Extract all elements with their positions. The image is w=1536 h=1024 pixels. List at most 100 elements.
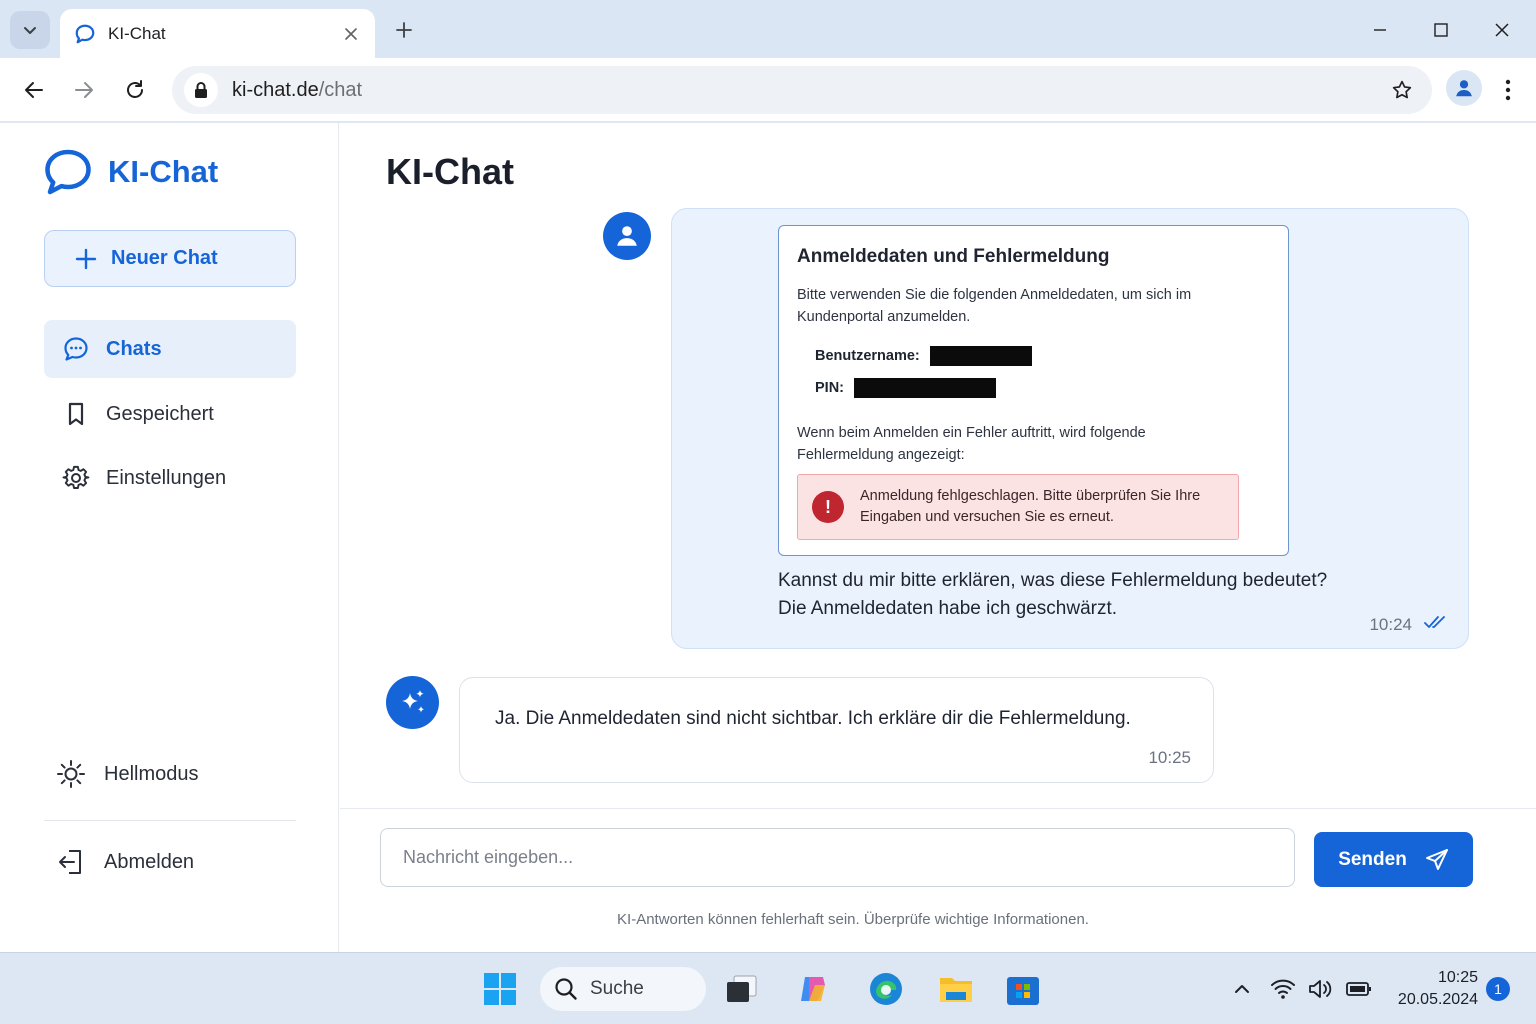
app-window: KI-Chat Neuer Chat Chats Gespeichert Ein… <box>0 123 1536 952</box>
sidebar-item-label: Einstellungen <box>106 466 227 489</box>
bookmark-icon <box>68 402 84 426</box>
folder-icon <box>940 978 972 1002</box>
taskbar-clock[interactable]: 10:25 20.05.2024 <box>1378 967 1478 1011</box>
reload-button[interactable] <box>117 72 153 108</box>
new-chat-button[interactable]: Neuer Chat <box>44 230 296 287</box>
person-icon <box>1456 80 1472 97</box>
username-row: Benutzername: <box>815 346 1270 366</box>
minimize-icon <box>1374 29 1386 31</box>
gear-icon <box>62 465 90 489</box>
speaker-icon <box>1309 980 1332 998</box>
back-button[interactable] <box>16 72 52 108</box>
new-chat-label: Neuer Chat <box>111 247 218 269</box>
tab-title: KI-Chat <box>108 24 166 43</box>
ai-disclaimer: KI-Antworten können fehlerhaft sein. Übe… <box>617 911 1089 928</box>
logout-label: Abmelden <box>104 850 195 873</box>
sidebar-item-settings[interactable]: Einstellungen <box>44 449 296 507</box>
copilot-icon <box>801 977 825 1001</box>
lock-icon <box>195 82 207 98</box>
arrow-right-icon <box>75 82 93 98</box>
attached-screenshot[interactable]: Anmeldedaten und Fehlermeldung Bitte ver… <box>778 225 1289 556</box>
sidebar-item-chats[interactable]: Chats <box>44 320 296 378</box>
plus-icon <box>75 248 97 269</box>
file-explorer-button[interactable] <box>937 970 975 1008</box>
tab-search-button[interactable] <box>10 11 50 49</box>
task-view-icon <box>727 975 757 1002</box>
ai-message-text: Ja. Die Anmeldedaten sind nicht sichtbar… <box>495 708 1131 729</box>
battery-icon <box>1346 982 1371 996</box>
brand-logo[interactable]: KI-Chat <box>44 149 218 195</box>
notification-badge[interactable]: 1 <box>1486 977 1510 1001</box>
chat-main: KI-Chat Anmeldedaten und Fehlermeldung B… <box>340 123 1536 952</box>
store-button[interactable] <box>1004 970 1042 1008</box>
chat-bubble-icon <box>64 337 88 361</box>
new-tab-button[interactable] <box>388 14 420 46</box>
start-button[interactable] <box>481 970 519 1008</box>
url-path: /chat <box>318 78 363 101</box>
wifi-status[interactable] <box>1270 977 1296 1001</box>
send-label: Senden <box>1338 848 1407 870</box>
battery-status[interactable] <box>1346 977 1372 1001</box>
user-message-line: Kannst du mir bitte erklären, was diese … <box>778 570 1328 591</box>
store-icon <box>1007 977 1039 1005</box>
minimize-button[interactable] <box>1360 10 1400 50</box>
edge-browser-button[interactable] <box>867 970 905 1008</box>
chevron-down-icon <box>24 27 36 34</box>
copilot-button[interactable] <box>794 970 832 1008</box>
user-message-line: Die Anmeldedaten habe ich geschwärzt. <box>778 598 1118 619</box>
maximize-icon <box>1434 23 1448 37</box>
chevron-up-icon <box>1235 985 1249 993</box>
browser-menu-button[interactable] <box>1494 72 1522 108</box>
user-avatar <box>603 212 651 260</box>
pin-row: PIN: <box>815 378 1270 398</box>
error-icon: ! <box>812 491 844 523</box>
sidebar-item-saved[interactable]: Gespeichert <box>44 385 296 443</box>
attachment-title: Anmeldedaten und Fehlermeldung <box>797 246 1110 267</box>
arrow-left-icon <box>25 82 43 98</box>
address-bar[interactable]: ki-chat.de/chat <box>172 66 1432 114</box>
double-check-icon <box>1424 616 1445 628</box>
sparkles-icon <box>401 689 424 713</box>
chat-bubble-favicon-icon <box>75 24 95 44</box>
tray-overflow-button[interactable] <box>1232 977 1252 1001</box>
clock-date: 20.05.2024 <box>1397 991 1478 1008</box>
clock-time: 10:25 <box>1437 969 1478 986</box>
plus-icon <box>396 22 412 38</box>
sun-icon <box>57 760 85 788</box>
sidebar: KI-Chat Neuer Chat Chats Gespeichert Ein… <box>0 123 339 952</box>
paper-plane-icon <box>1425 848 1448 870</box>
attachment-note: Wenn beim Anmelden ein Fehler auftritt, … <box>797 425 1146 463</box>
sidebar-item-label: Chats <box>106 337 162 360</box>
theme-toggle-button[interactable]: Hellmodus <box>56 759 198 789</box>
tab-close-icon[interactable] <box>341 24 361 44</box>
username-label: Benutzername: <box>815 348 920 364</box>
browser-tab-active[interactable]: KI-Chat <box>60 9 375 59</box>
logout-icon <box>59 850 81 874</box>
windows-logo-icon <box>484 973 516 1005</box>
page-title: KI-Chat <box>386 151 514 192</box>
sidebar-divider <box>44 820 296 821</box>
message-timestamp: 10:24 <box>1369 615 1412 634</box>
close-window-button[interactable] <box>1482 10 1522 50</box>
close-icon <box>1495 23 1509 37</box>
taskbar-search-label: Suche <box>590 978 644 999</box>
send-button[interactable]: Senden <box>1314 832 1473 887</box>
person-icon <box>617 226 637 246</box>
browser-tab-strip: KI-Chat <box>0 0 1536 59</box>
volume-status[interactable] <box>1307 977 1335 1001</box>
bookmark-star-button[interactable] <box>1386 74 1418 106</box>
taskbar-search[interactable]: Suche <box>540 967 706 1011</box>
ai-avatar <box>386 676 439 729</box>
forward-button[interactable] <box>66 72 102 108</box>
logout-button[interactable]: Abmelden <box>56 847 194 877</box>
maximize-button[interactable] <box>1421 10 1461 50</box>
error-text: Anmeldung fehlgeschlagen. Bitte überprüf… <box>860 488 1201 525</box>
search-icon <box>555 978 577 1000</box>
profile-button[interactable] <box>1446 70 1482 106</box>
site-info-button[interactable] <box>184 73 218 107</box>
message-input[interactable] <box>380 828 1295 887</box>
taskbar: Suche 10:25 20.05.2024 1 <box>0 952 1536 1024</box>
redacted-pin <box>854 378 996 398</box>
task-view-button[interactable] <box>722 970 760 1008</box>
sidebar-item-label: Gespeichert <box>106 402 214 425</box>
